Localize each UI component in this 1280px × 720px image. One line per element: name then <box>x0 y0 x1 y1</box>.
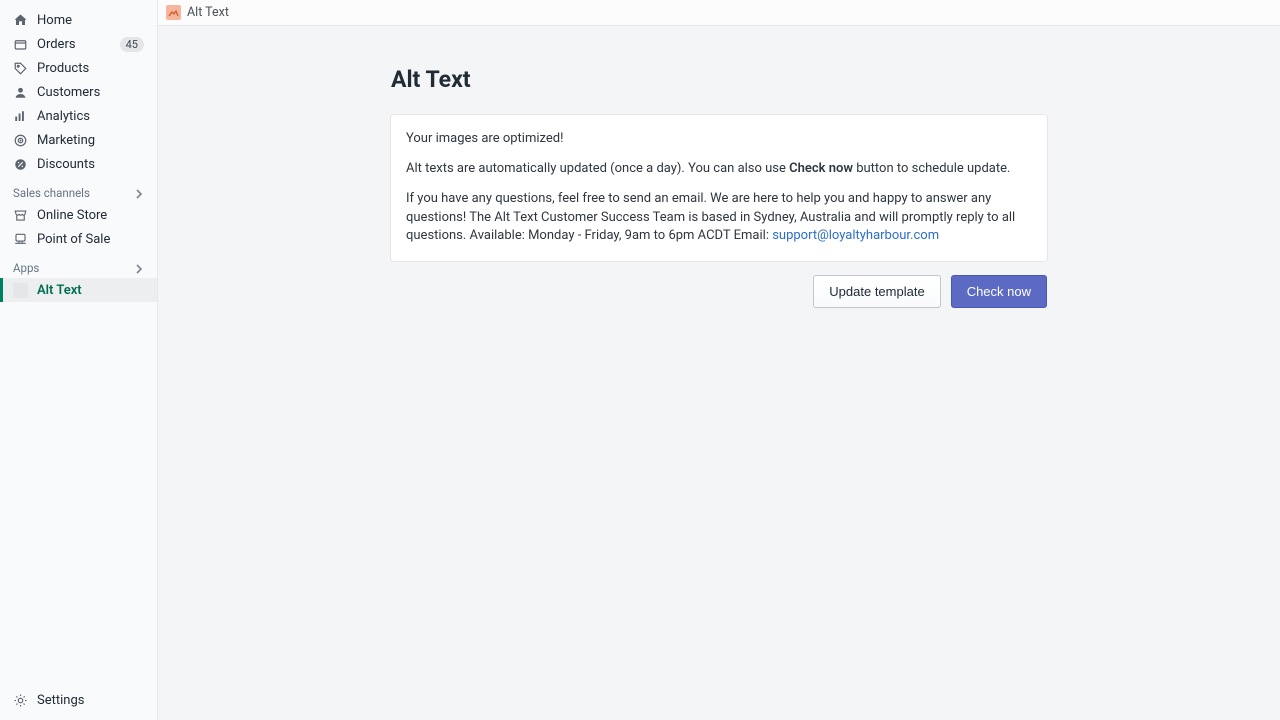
support-message: If you have any questions, feel free to … <box>406 190 1032 247</box>
app-icon <box>13 283 28 298</box>
nav-customers[interactable]: Customers <box>0 80 157 104</box>
nav-label: Online Store <box>37 208 144 223</box>
nav-label: Home <box>37 13 144 28</box>
optimized-message: Your images are optimized! <box>406 130 1032 149</box>
analytics-icon <box>13 109 28 124</box>
section-sales-channels[interactable]: Sales channels <box>0 176 157 203</box>
app-alt-text[interactable]: Alt Text <box>0 278 157 302</box>
topbar-app-icon <box>166 5 181 20</box>
nav-label: Point of Sale <box>37 232 144 247</box>
nav-products[interactable]: Products <box>0 56 157 80</box>
auto-update-message: Alt texts are automatically updated (onc… <box>406 160 1032 179</box>
nav-label: Marketing <box>37 133 144 148</box>
nav-discounts[interactable]: Discounts <box>0 152 157 176</box>
discounts-icon <box>13 157 28 172</box>
home-icon <box>13 13 28 28</box>
auto-msg-bold: Check now <box>789 161 853 176</box>
section-label: Apps <box>13 261 39 275</box>
orders-icon <box>13 37 28 52</box>
page-title: Alt Text <box>391 66 1047 93</box>
online-store-icon <box>13 208 28 223</box>
nav-label: Alt Text <box>37 283 144 298</box>
check-now-button[interactable]: Check now <box>951 275 1047 308</box>
nav-analytics[interactable]: Analytics <box>0 104 157 128</box>
main-area: Alt Text Alt Text Your images are optimi… <box>158 0 1280 720</box>
chevron-right-icon <box>134 188 144 198</box>
sidebar: Home Orders 45 Products Customers Analyt… <box>0 0 158 720</box>
marketing-icon <box>13 133 28 148</box>
section-apps[interactable]: Apps <box>0 251 157 278</box>
auto-msg-post: button to schedule update. <box>853 161 1010 176</box>
channel-point-of-sale[interactable]: Point of Sale <box>0 227 157 251</box>
channel-online-store[interactable]: Online Store <box>0 203 157 227</box>
action-row: Update template Check now <box>391 275 1047 308</box>
nav-label: Settings <box>37 693 144 708</box>
update-template-button[interactable]: Update template <box>813 275 940 308</box>
support-email-link[interactable]: support@loyaltyharbour.com <box>772 228 939 243</box>
nav-settings[interactable]: Settings <box>0 689 157 720</box>
topbar-title: Alt Text <box>187 5 229 20</box>
section-label: Sales channels <box>13 186 90 200</box>
auto-msg-pre: Alt texts are automatically updated (onc… <box>406 161 789 176</box>
nav-label: Customers <box>37 85 144 100</box>
orders-badge: 45 <box>120 37 144 52</box>
nav-label: Discounts <box>37 157 144 172</box>
topbar: Alt Text <box>158 0 1280 26</box>
chevron-right-icon <box>134 263 144 273</box>
nav-home[interactable]: Home <box>0 8 157 32</box>
nav-label: Products <box>37 61 144 76</box>
info-card: Your images are optimized! Alt texts are… <box>391 115 1047 261</box>
nav-label: Analytics <box>37 109 144 124</box>
nav-orders[interactable]: Orders 45 <box>0 32 157 56</box>
gear-icon <box>13 693 28 708</box>
pos-icon <box>13 232 28 247</box>
products-icon <box>13 61 28 76</box>
nav-label: Orders <box>37 37 120 52</box>
nav-marketing[interactable]: Marketing <box>0 128 157 152</box>
customers-icon <box>13 85 28 100</box>
